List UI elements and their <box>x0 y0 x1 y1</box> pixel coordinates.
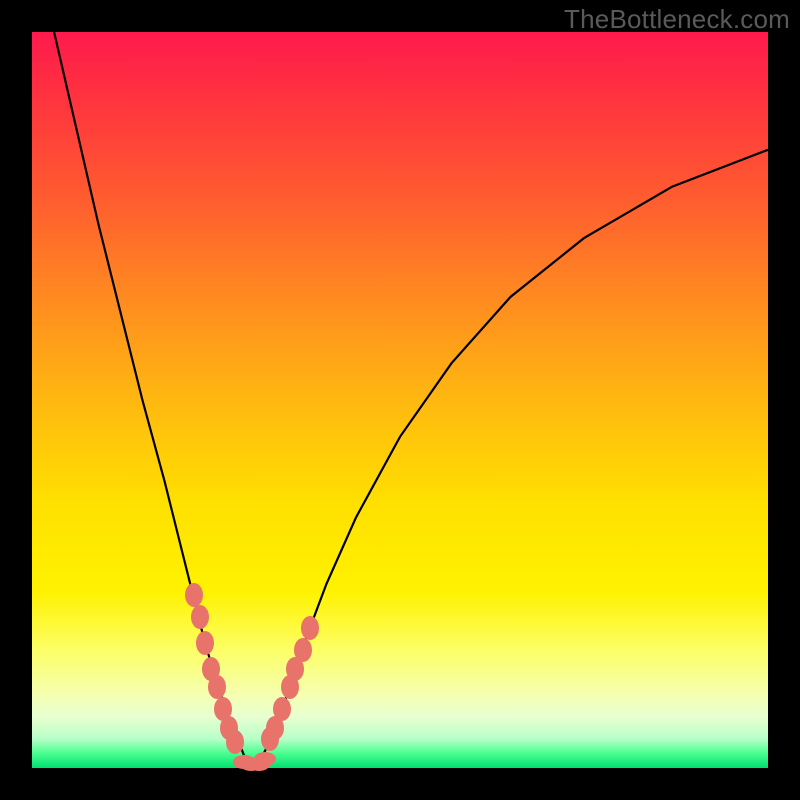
bottleneck-curve <box>32 32 768 768</box>
data-marker-left <box>191 605 209 629</box>
watermark-text: TheBottleneck.com <box>564 4 790 35</box>
data-marker-right <box>294 638 312 662</box>
plot-area <box>32 32 768 768</box>
data-marker-left <box>196 631 214 655</box>
data-marker-left <box>226 730 244 754</box>
data-marker-left <box>208 675 226 699</box>
data-marker-right <box>273 697 291 721</box>
chart-container: TheBottleneck.com <box>0 0 800 800</box>
data-marker-bottom <box>254 752 276 766</box>
data-marker-right <box>301 616 319 640</box>
data-marker-left <box>185 583 203 607</box>
